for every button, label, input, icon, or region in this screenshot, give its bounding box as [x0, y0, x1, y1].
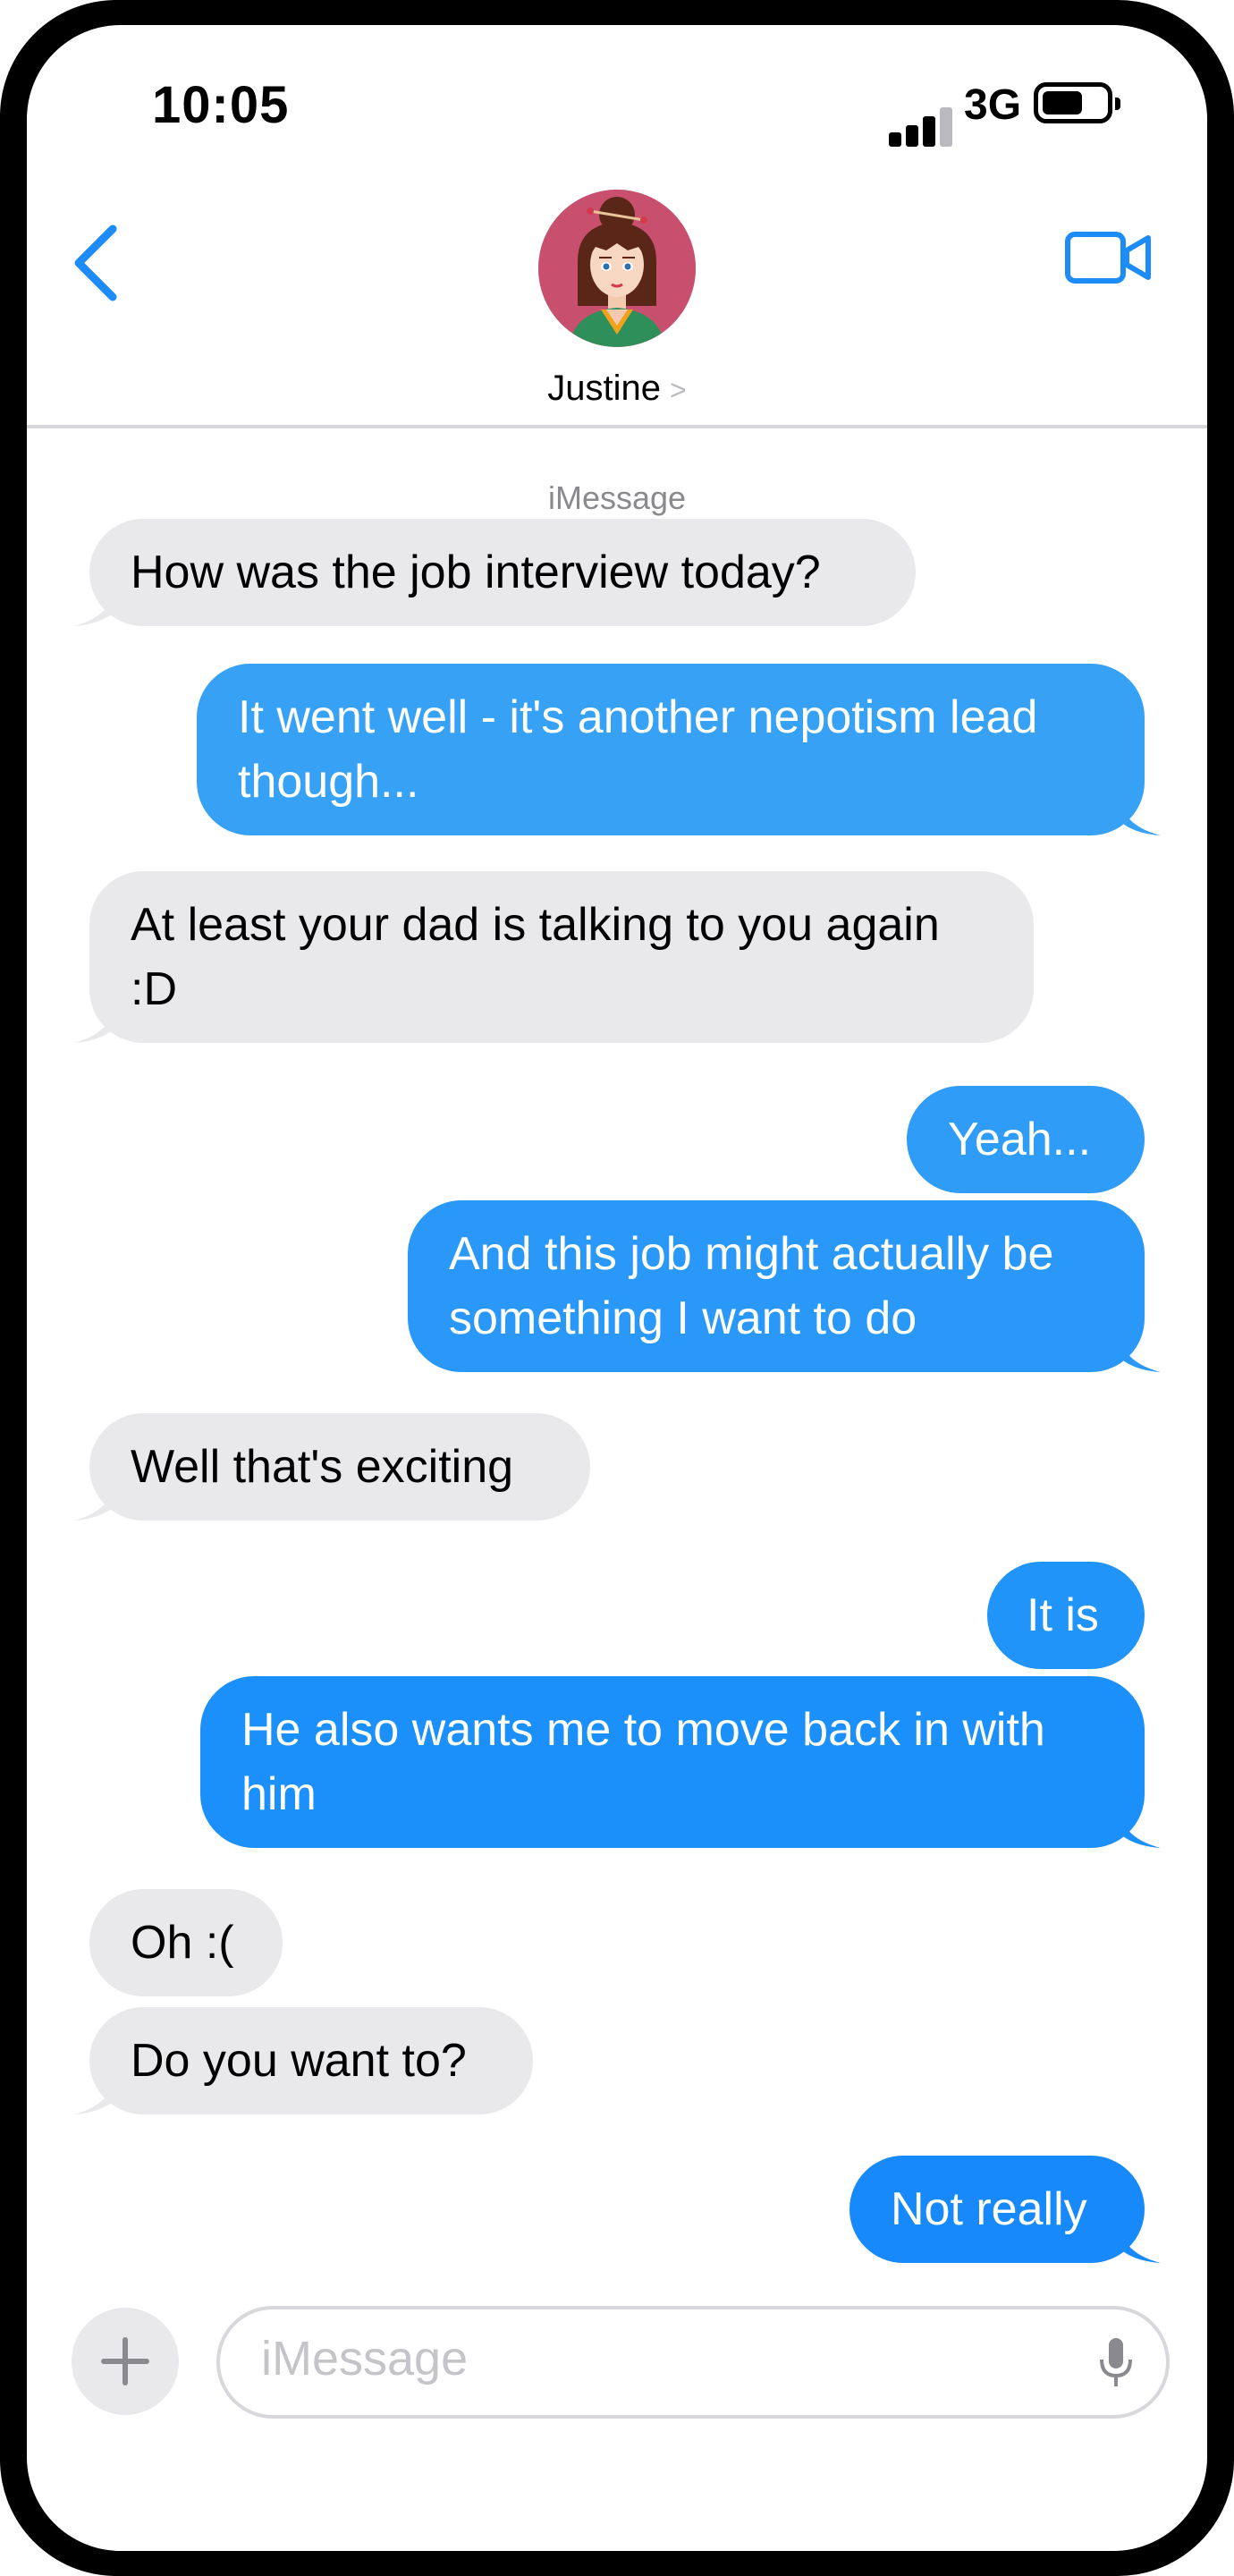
chevron-right-icon: > — [670, 374, 687, 406]
message-bubble-incoming[interactable]: Do you want to? — [73, 2007, 533, 2114]
message-input[interactable]: iMessage — [216, 2306, 1170, 2419]
message-bubble-outgoing[interactable]: Not really — [849, 2156, 1161, 2263]
message-bubble-outgoing[interactable]: It is — [987, 1562, 1145, 1669]
message-text: It went well - it's another nepotism lea… — [238, 691, 1038, 808]
add-attachment-button[interactable] — [72, 2308, 179, 2415]
message-text: Not really — [891, 2183, 1087, 2235]
message-text: At least your dad is talking to you agai… — [131, 899, 940, 1015]
video-call-icon[interactable] — [1064, 229, 1154, 286]
network-label: 3G — [964, 81, 1022, 129]
message-bubble-incoming[interactable]: Well that's exciting — [73, 1413, 590, 1521]
message-bubble-incoming[interactable]: How was the job interview today? — [73, 519, 916, 626]
bubble-tail — [1120, 1336, 1161, 1372]
message-input-placeholder: iMessage — [261, 2332, 469, 2385]
battery-icon — [1034, 82, 1120, 123]
bubble-tail — [73, 2079, 114, 2114]
message-text: And this job might actually be something… — [449, 1228, 1054, 1344]
bubble-tail — [1120, 2227, 1161, 2263]
bubble-tail — [73, 590, 114, 626]
message-text: Do you want to? — [131, 2035, 467, 2087]
contact-avatar[interactable] — [538, 190, 696, 347]
message-bubble-outgoing[interactable]: It went well - it's another nepotism lea… — [197, 664, 1161, 835]
bubble-tail — [73, 1485, 114, 1521]
plus-icon — [101, 2337, 149, 2385]
message-text: It is — [1027, 1589, 1099, 1641]
status-bar: 10:05 3G — [27, 25, 1207, 186]
message-text: How was the job interview today? — [131, 547, 821, 598]
service-label: iMessage — [547, 479, 687, 516]
contact-name[interactable]: Justine — [547, 369, 661, 409]
contact-name-row[interactable]: Justine > — [27, 369, 1207, 409]
message-bubble-incoming[interactable]: Oh :( — [89, 1889, 283, 1996]
status-time: 10:05 — [152, 76, 290, 134]
microphone-icon[interactable] — [1098, 2336, 1134, 2390]
message-bubble-outgoing[interactable]: And this job might actually be something… — [408, 1200, 1161, 1372]
message-text: Oh :( — [131, 1917, 234, 1969]
message-text: He also wants me to move back in with hi… — [241, 1704, 1045, 1820]
message-bubble-outgoing[interactable]: Yeah... — [907, 1086, 1145, 1193]
message-bubble-incoming[interactable]: At least your dad is talking to you agai… — [73, 871, 1034, 1043]
message-text: Yeah... — [948, 1114, 1092, 1165]
bubble-tail — [1120, 800, 1161, 835]
message-bubble-outgoing[interactable]: He also wants me to move back in with hi… — [200, 1676, 1161, 1848]
header-divider — [27, 425, 1207, 428]
phone-screen: 10:05 3G Justine > iMessage How was the … — [27, 25, 1207, 2551]
bubble-tail — [1120, 1812, 1161, 1848]
phone-frame: 10:05 3G Justine > iMessage How was the … — [0, 0, 1234, 2576]
back-chevron-icon[interactable] — [70, 220, 123, 306]
signal-icon — [889, 106, 953, 147]
avatar-illustration — [538, 190, 696, 347]
message-text: Well that's exciting — [131, 1441, 514, 1493]
bubble-tail — [73, 1007, 114, 1043]
